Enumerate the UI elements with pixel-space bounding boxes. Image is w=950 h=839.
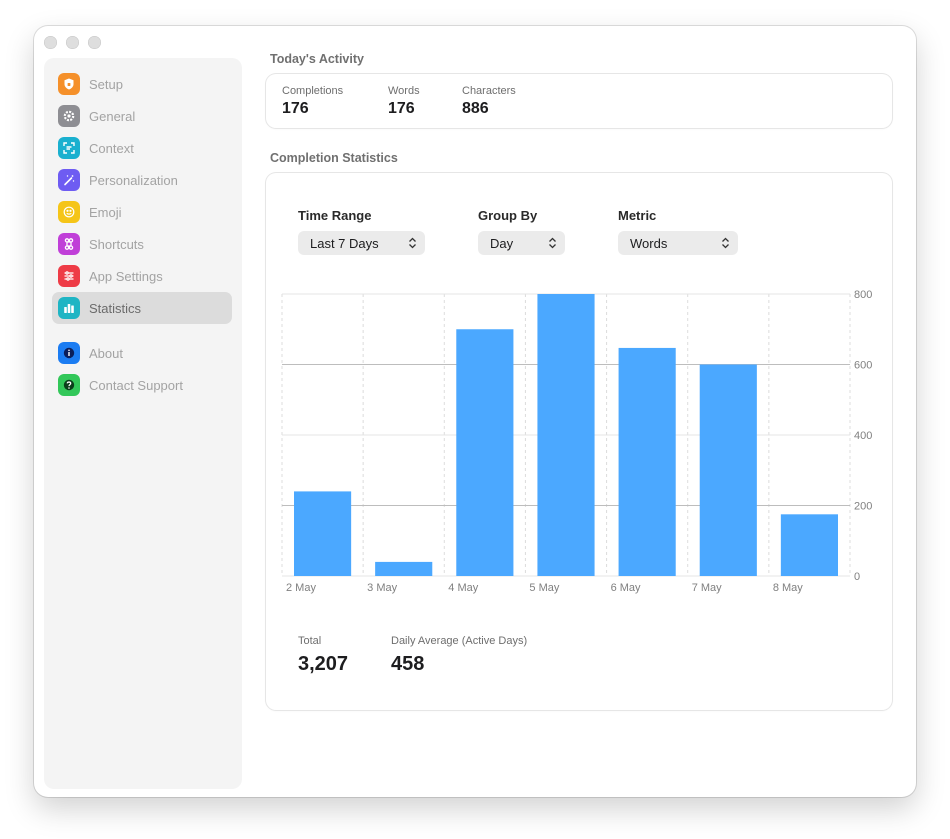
words-stat: Words 176 — [388, 85, 420, 118]
words-label: Words — [388, 85, 420, 97]
bar-8-may — [780, 514, 838, 576]
sidebar: Setup General Context Personalization Em… — [44, 58, 242, 789]
minimize-button[interactable] — [66, 36, 79, 49]
completions-stat: Completions 176 — [282, 85, 343, 118]
y-tick-label: 600 — [854, 360, 872, 372]
x-tick-label: 8 May — [773, 582, 803, 594]
characters-stat: Characters 886 — [462, 85, 516, 118]
info-icon — [58, 342, 80, 364]
bar-5-may — [537, 294, 595, 576]
sidebar-item-general[interactable]: General — [52, 100, 232, 132]
total-value: 3,207 — [298, 653, 349, 675]
sidebar-item-label: Personalization — [89, 172, 178, 188]
sidebar-item-label: Setup — [89, 76, 123, 92]
sidebar-item-context[interactable]: Context — [52, 132, 232, 164]
sidebar-item-statistics[interactable]: Statistics — [52, 292, 232, 324]
sidebar-item-shortcuts[interactable]: Shortcuts — [52, 228, 232, 260]
bar-4-may — [456, 329, 514, 576]
completion-statistics-card: Time Range Last 7 Days Group By Day Metr… — [266, 173, 892, 710]
bar-2-may — [294, 491, 352, 576]
sidebar-item-setup[interactable]: Setup — [52, 68, 232, 100]
sidebar-item-label: Shortcuts — [89, 236, 144, 252]
sidebar-item-label: App Settings — [89, 268, 163, 284]
sidebar-item-label: General — [89, 108, 136, 124]
x-tick-label: 4 May — [448, 582, 478, 594]
sidebar-item-label: Statistics — [89, 300, 142, 316]
y-tick-label: 800 — [854, 289, 872, 301]
gear-icon — [58, 105, 80, 127]
daily-average-summary: Daily Average (Active Days) 458 — [391, 635, 527, 676]
y-tick-label: 0 — [854, 571, 860, 583]
magic-wand-icon — [58, 169, 80, 191]
characters-value: 886 — [462, 100, 489, 117]
completion-statistics-title: Completion Statistics — [270, 151, 398, 165]
characters-label: Characters — [462, 85, 516, 97]
y-tick-label: 200 — [854, 501, 872, 513]
sidebar-item-label: About — [89, 345, 123, 361]
todays-activity-card: Completions 176 Words 176 Characters 886 — [266, 74, 892, 128]
zoom-button[interactable] — [88, 36, 101, 49]
sidebar-item-label: Contact Support — [89, 377, 183, 393]
sidebar-item-label: Context — [89, 140, 134, 156]
total-summary: Total 3,207 — [298, 635, 348, 676]
command-icon — [58, 233, 80, 255]
sliders-icon — [58, 265, 80, 287]
y-tick-label: 400 — [854, 430, 872, 442]
bar-6-may — [618, 347, 676, 576]
close-button[interactable] — [44, 36, 57, 49]
smiley-icon — [58, 201, 80, 223]
bar-chart-icon — [58, 297, 80, 319]
x-tick-label: 3 May — [367, 582, 397, 594]
bar-3-may — [375, 561, 433, 576]
sidebar-item-app-settings[interactable]: App Settings — [52, 260, 232, 292]
x-tick-label: 6 May — [611, 582, 641, 594]
total-label: Total — [298, 635, 322, 647]
completions-value: 176 — [282, 100, 309, 117]
scan-icon — [58, 137, 80, 159]
window-controls — [44, 36, 101, 49]
sidebar-item-contact-support[interactable]: Contact Support — [52, 369, 232, 401]
sidebar-item-about[interactable]: About — [52, 337, 232, 369]
shield-icon — [58, 73, 80, 95]
sidebar-item-label: Emoji — [89, 204, 122, 220]
daily-average-value: 458 — [391, 653, 425, 675]
sidebar-item-emoji[interactable]: Emoji — [52, 196, 232, 228]
todays-activity-title: Today's Activity — [270, 52, 364, 66]
daily-average-label: Daily Average (Active Days) — [391, 635, 528, 647]
question-icon — [58, 374, 80, 396]
words-bar-chart: 0 200 400 600 800 2 May 3 May 4 May 5 May 6 May 7 … — [281, 289, 872, 594]
app-window: Setup General Context Personalization Em… — [34, 26, 916, 797]
x-tick-label: 5 May — [529, 582, 559, 594]
sidebar-item-personalization[interactable]: Personalization — [52, 164, 232, 196]
words-value: 176 — [388, 100, 415, 117]
x-tick-label: 7 May — [692, 582, 722, 594]
x-tick-label: 2 May — [286, 582, 316, 594]
bar-7-may — [699, 364, 757, 576]
completions-label: Completions — [282, 85, 344, 97]
